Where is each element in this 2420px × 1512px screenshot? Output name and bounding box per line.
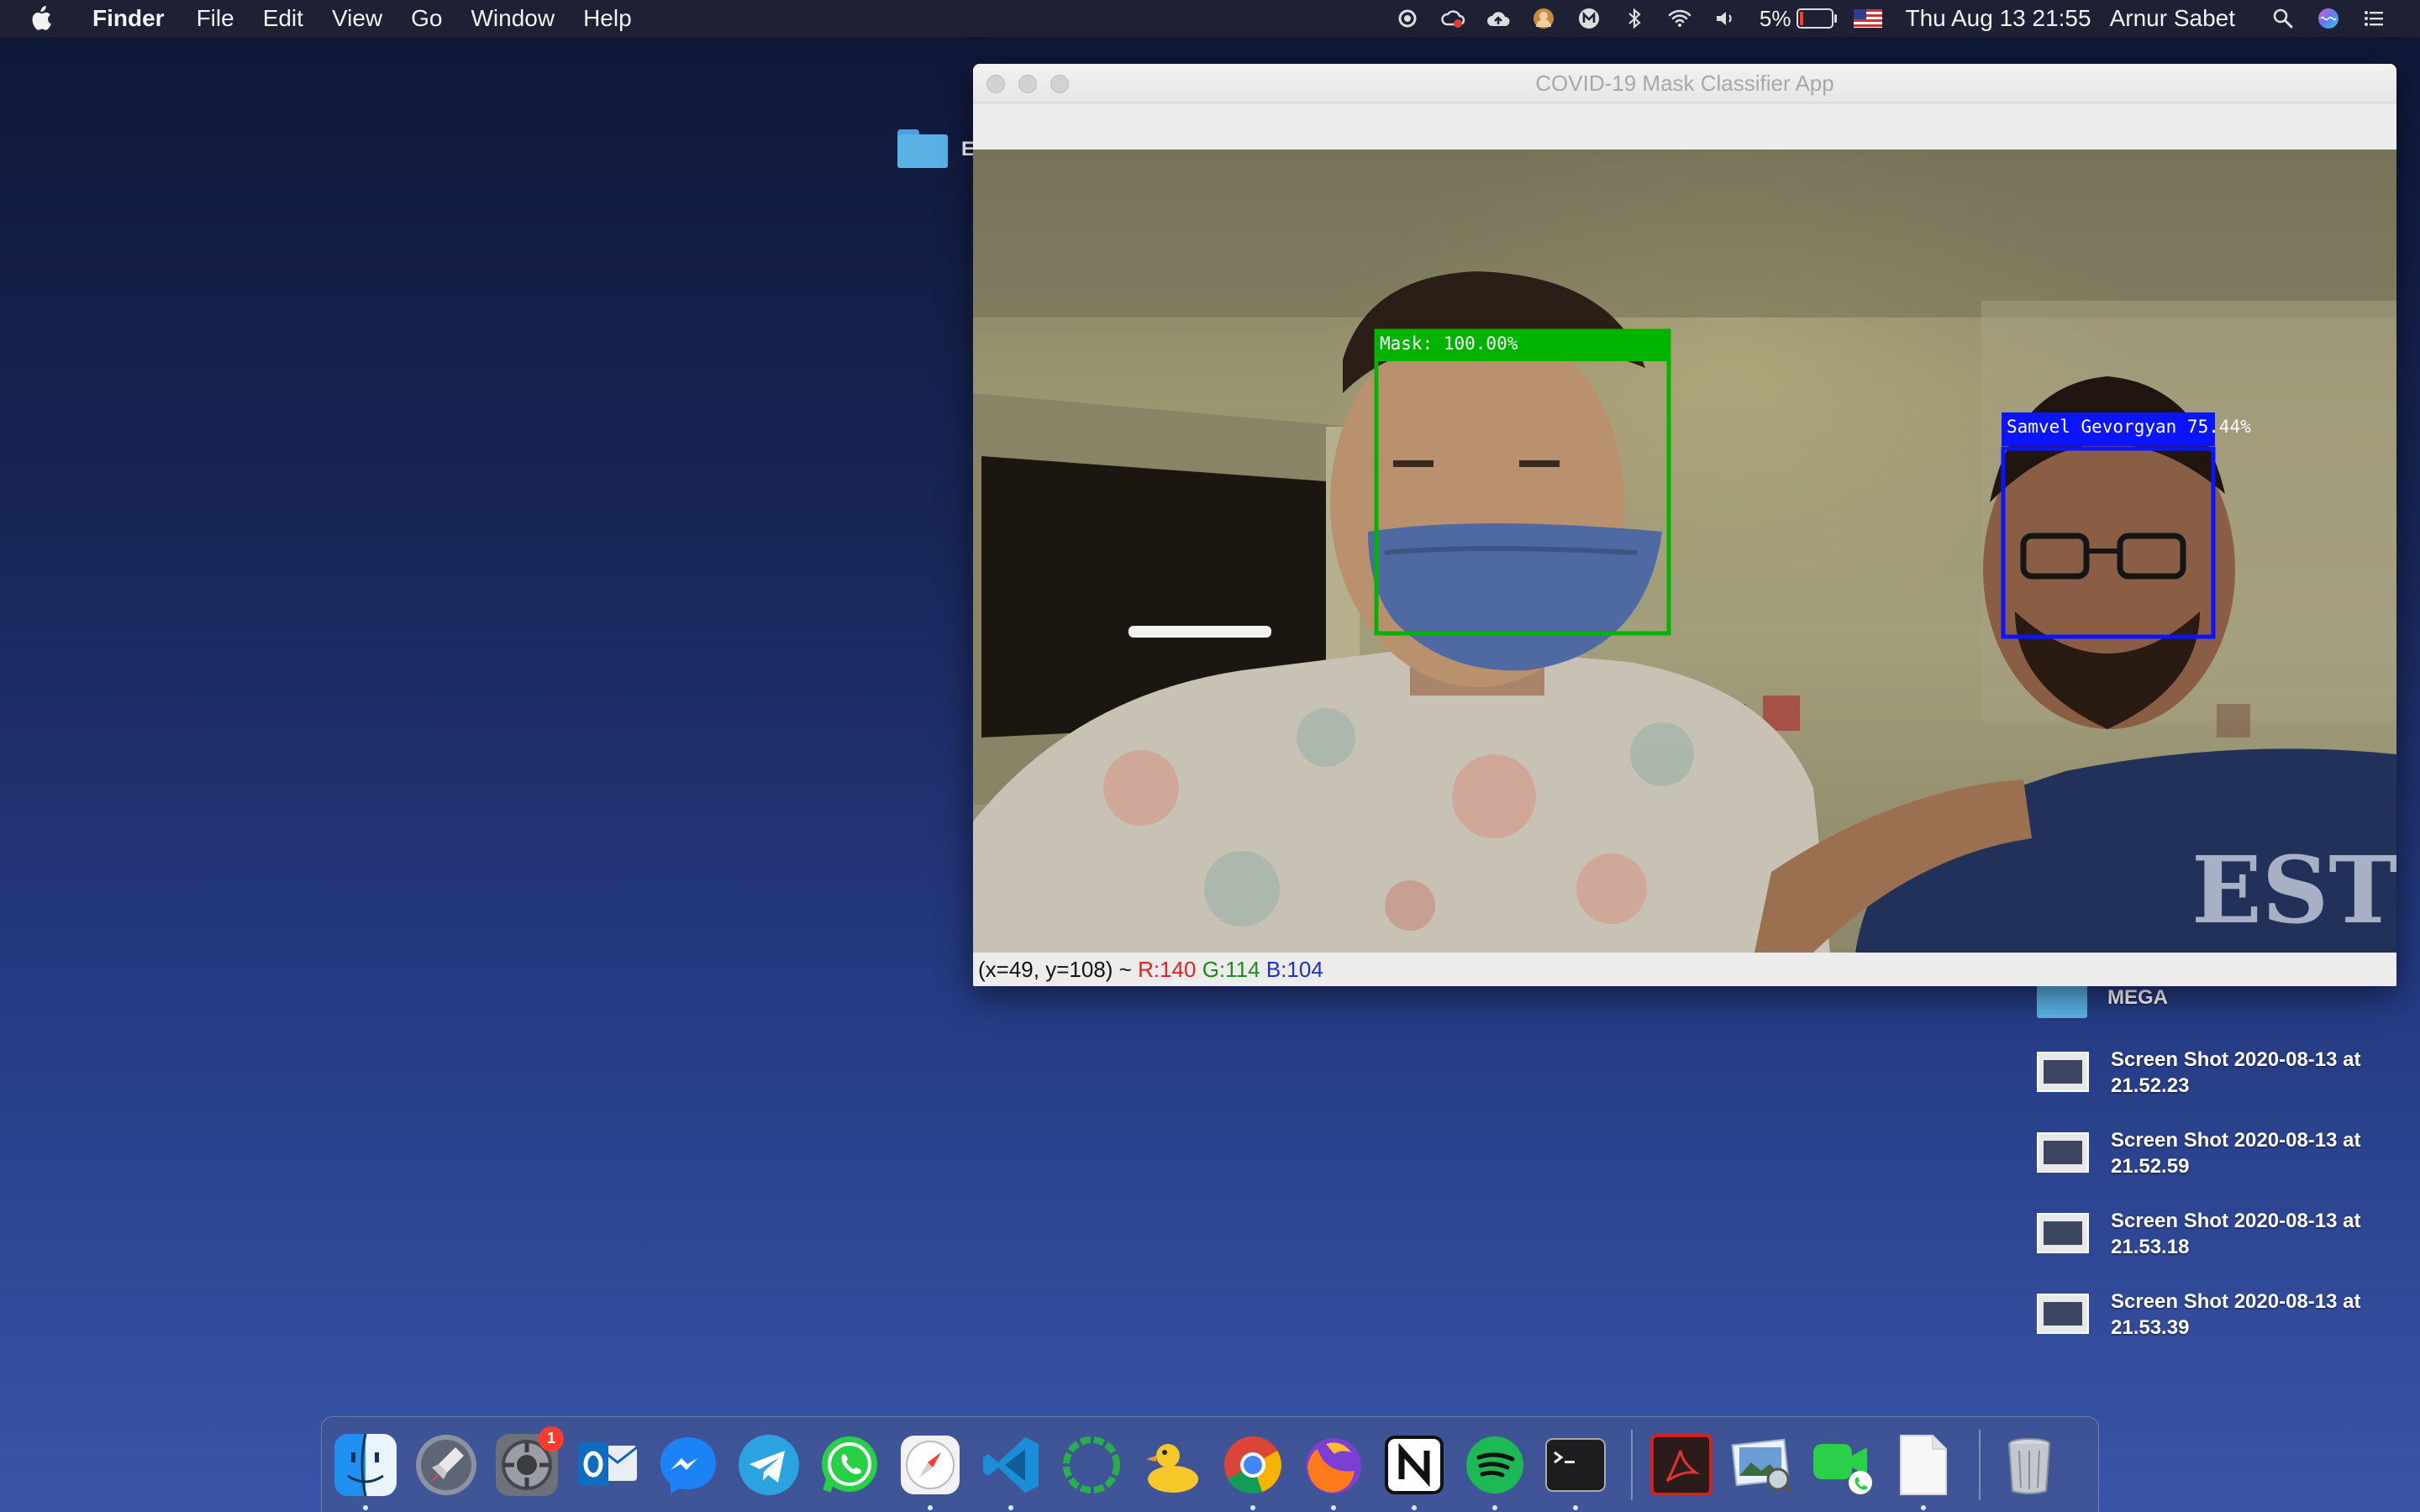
screenshot-thumbnail-icon (2037, 1132, 2089, 1173)
dock: 1 (321, 1416, 2099, 1512)
desktop-item-screenshot[interactable]: Screen Shot 2020-08-13 at 21.53.18 (2037, 1208, 2407, 1260)
telegram-icon[interactable] (735, 1431, 802, 1499)
notion-icon[interactable] (1381, 1431, 1448, 1510)
siri-icon[interactable] (2314, 6, 2343, 31)
cloud-upload-icon[interactable] (1484, 6, 1512, 31)
desktop-item-name: Screen Shot 2020-08-13 at 21.52.59 (2111, 1129, 2361, 1178)
facetime-icon[interactable] (1809, 1431, 1876, 1499)
desktop-item-name: Screen Shot 2020-08-13 at 21.53.18 (2111, 1210, 2361, 1258)
status-blue-value: B:104 (1265, 957, 1323, 982)
menu-help[interactable]: Help (583, 5, 632, 32)
desktop-item-screenshot[interactable]: Screen Shot 2020-08-13 at 21.53.39 (2037, 1289, 2407, 1341)
window-title: COVID-19 Mask Classifier App (1535, 71, 1834, 96)
battery-icon[interactable] (1796, 8, 1837, 29)
record-icon[interactable] (1393, 6, 1422, 31)
preview-icon[interactable] (1728, 1431, 1796, 1499)
chrome-icon[interactable] (1219, 1431, 1286, 1510)
menu-go[interactable]: Go (411, 5, 442, 32)
desktop-item-screenshot[interactable]: Screen Shot 2020-08-13 at 21.52.23 (2037, 1047, 2407, 1099)
system-preferences-icon[interactable]: 1 (493, 1425, 564, 1499)
dock-separator (1979, 1429, 1981, 1500)
menu-edit[interactable]: Edit (263, 5, 303, 32)
spotlight-search-icon[interactable] (2269, 6, 2297, 31)
menu-bar: Finder File Edit View Go Window Help 5% … (0, 0, 2420, 37)
desktop-item-name: Screen Shot 2020-08-13 at 21.53.39 (2111, 1290, 2361, 1339)
menu-clock[interactable]: Thu Aug 13 21:55 (1906, 5, 2091, 32)
webcam-feed[interactable]: EST Mask: 100.00% Samvel Gevorgyan 75.44… (973, 150, 2396, 953)
menu-app-name[interactable]: Finder (92, 5, 165, 32)
creative-cloud-icon[interactable] (1439, 6, 1467, 31)
desktop-item-name: Screen Shot 2020-08-13 at 21.52.23 (2111, 1048, 2361, 1097)
status-red-value: R:140 (1138, 957, 1197, 982)
terminal-icon[interactable] (1542, 1431, 1609, 1510)
spotify-icon[interactable] (1461, 1431, 1528, 1510)
messenger-icon[interactable] (655, 1431, 722, 1499)
detection-label-mask: Mask: 100.00% (1375, 329, 1670, 361)
battery-percent[interactable]: 5% (1760, 6, 1791, 32)
desktop-folder-partial[interactable]: E (897, 129, 975, 168)
document-icon[interactable] (1890, 1431, 1957, 1510)
window-titlebar[interactable]: COVID-19 Mask Classifier App (973, 64, 2396, 103)
trash-icon[interactable] (1996, 1431, 2063, 1499)
acrobat-icon[interactable] (1648, 1431, 1715, 1499)
menu-window[interactable]: Window (471, 5, 555, 32)
desktop-items: MEGA Screen Shot 2020-08-13 at 21.52.23 … (2037, 976, 2407, 1369)
vscode-icon[interactable] (977, 1431, 1044, 1510)
menu-view[interactable]: View (332, 5, 382, 32)
desktop-item-name: MEGA (2107, 986, 2168, 1009)
notification-badge: 1 (539, 1425, 564, 1452)
status-bar: (x=49, y=108) ~ R:140 G:114 B:104 (973, 953, 2396, 986)
apple-menu-icon[interactable] (29, 5, 69, 32)
notification-center-icon[interactable] (2360, 6, 2388, 31)
detection-label-person: Samvel Gevorgyan 75.44% (2002, 412, 2251, 446)
menu-user-name[interactable]: Arnur Sabet (2110, 5, 2235, 32)
svg-text:EST: EST (2191, 836, 2396, 944)
window-toolbar (973, 103, 2396, 151)
avatar-app-icon[interactable] (1529, 6, 1558, 31)
classifier-window: COVID-19 Mask Classifier App EST Mask: 1… (973, 64, 2396, 986)
desktop-item-screenshot[interactable]: Screen Shot 2020-08-13 at 21.52.59 (2037, 1127, 2407, 1179)
status-green-value: G:114 (1202, 957, 1260, 982)
cyberduck-icon[interactable] (1139, 1431, 1206, 1499)
folder-icon (897, 129, 948, 168)
screenshot-thumbnail-icon (2037, 1052, 2089, 1092)
wifi-icon[interactable] (1665, 6, 1694, 31)
status-coords: (x=49, y=108) ~ (978, 957, 1132, 982)
finder-icon[interactable] (332, 1431, 399, 1510)
firefox-icon[interactable] (1300, 1431, 1367, 1510)
whatsapp-icon[interactable] (816, 1431, 883, 1499)
screenshot-thumbnail-icon (2037, 1294, 2089, 1334)
dock-separator (1631, 1429, 1633, 1500)
launchpad-icon[interactable] (413, 1431, 480, 1499)
outlook-icon[interactable] (574, 1431, 641, 1499)
bluetooth-icon[interactable] (1620, 6, 1649, 31)
mega-icon[interactable] (1575, 6, 1603, 31)
screenshot-thumbnail-icon (2037, 1213, 2089, 1253)
menu-file[interactable]: File (197, 5, 234, 32)
input-source-flag-icon[interactable] (1853, 9, 1882, 28)
volume-icon[interactable] (1711, 6, 1739, 31)
ring-app-icon[interactable] (1058, 1431, 1125, 1499)
safari-icon[interactable] (897, 1431, 964, 1510)
webcam-scene: EST (973, 150, 2396, 953)
